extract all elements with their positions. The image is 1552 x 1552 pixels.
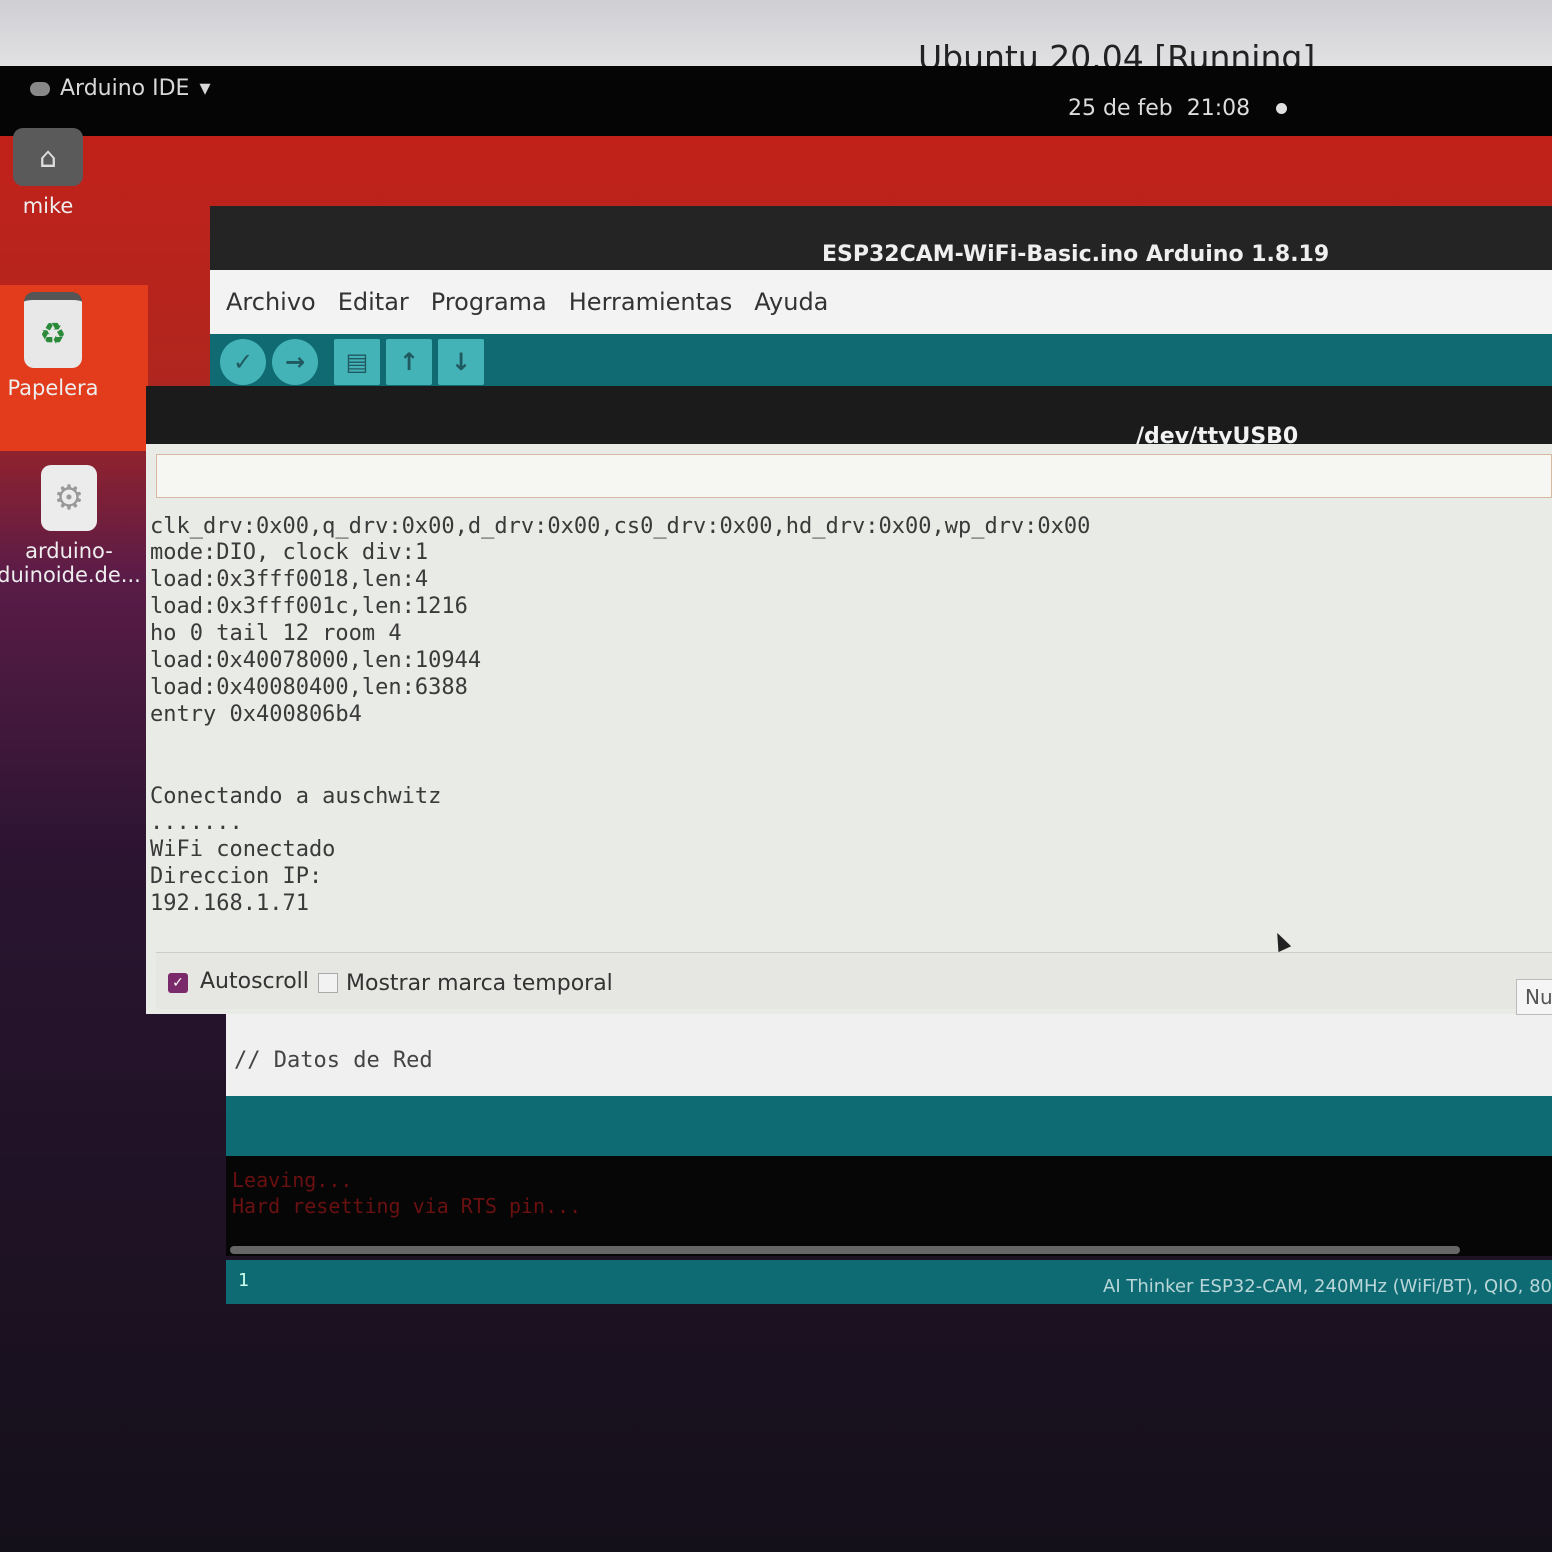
serial-output-line: ho 0 tail 12 room 4 xyxy=(150,621,402,646)
serial-output-line: mode:DIO, clock div:1 xyxy=(150,540,429,565)
serial-output-line: Conectando a auschwitz xyxy=(150,784,442,809)
open-button[interactable]: ↑ xyxy=(386,339,432,385)
serial-output-line: load:0x3fff0018,len:4 xyxy=(150,567,429,592)
desktop-icon-home[interactable]: ⌂ mike xyxy=(10,128,86,218)
chevron-down-icon: ▾ xyxy=(199,76,211,101)
serial-output-line: load:0x40078000,len:10944 xyxy=(150,648,482,673)
console-line: Hard resetting via RTS pin... xyxy=(232,1194,582,1218)
desktop-icon-arduino-launcher[interactable]: ⚙ arduino- duinoide.de... xyxy=(0,465,144,587)
line-ending-select[interactable]: Nu xyxy=(1516,979,1552,1015)
desktop-icon-label: arduino- xyxy=(25,539,113,563)
code-editor[interactable]: // Datos de Red xyxy=(226,1006,1552,1096)
save-icon: ↓ xyxy=(450,348,472,376)
serial-output-line: 192.168.1.71 xyxy=(150,891,309,916)
desktop-icon-trash[interactable]: ♻ Papelera xyxy=(4,292,102,400)
clock-time: 21:08 xyxy=(1186,96,1251,121)
verify-icon: ✓ xyxy=(232,348,254,376)
ide-console: Leaving... Hard resetting via RTS pin... xyxy=(226,1156,1552,1256)
clock-date: 25 de feb xyxy=(1068,96,1173,121)
app-menu[interactable]: Arduino IDE ▾ xyxy=(30,76,211,101)
new-sketch-button[interactable]: ▤ xyxy=(334,339,380,385)
serial-monitor-controls: ✓ Autoscroll Mostrar marca temporal Nu xyxy=(156,952,1552,1015)
serial-output-line: load:0x40080400,len:6388 xyxy=(150,675,468,700)
board-info: AI Thinker ESP32-CAM, 240MHz (WiFi/BT), … xyxy=(1103,1276,1552,1297)
serial-output-line: entry 0x400806b4 xyxy=(150,702,362,727)
verify-button[interactable]: ✓ xyxy=(220,339,266,385)
autoscroll-checkbox[interactable]: ✓ xyxy=(168,973,188,993)
serial-monitor-body: clk_drv:0x00,q_drv:0x00,d_drv:0x00,cs0_d… xyxy=(146,444,1552,1015)
notification-dot-icon xyxy=(1276,103,1288,114)
serial-monitor-window: /dev/ttyUSB0 clk_drv:0x00,q_drv:0x00,d_d… xyxy=(146,386,1552,1015)
trash-icon: ♻ xyxy=(24,292,82,368)
serial-output-line: ....... xyxy=(150,810,243,835)
serial-output-line: Direccion IP: xyxy=(150,864,323,889)
serial-output: clk_drv:0x00,q_drv:0x00,d_drv:0x00,cs0_d… xyxy=(150,510,1550,948)
menu-herramientas[interactable]: Herramientas xyxy=(569,288,732,316)
serial-output-line: clk_drv:0x00,q_drv:0x00,d_drv:0x00,cs0_d… xyxy=(150,514,1091,539)
menu-editar[interactable]: Editar xyxy=(338,288,409,316)
desktop-icon-label: mike xyxy=(22,194,74,218)
save-button[interactable]: ↓ xyxy=(438,339,484,385)
timestamp-checkbox[interactable] xyxy=(318,973,338,993)
console-scrollbar[interactable] xyxy=(230,1246,1460,1254)
open-icon: ↑ xyxy=(398,348,420,376)
arduino-logo-icon xyxy=(30,81,50,96)
ide-menubar: Archivo Editar Programa Herramientas Ayu… xyxy=(210,270,1552,334)
serial-output-line: load:0x3fff001c,len:1216 xyxy=(150,594,468,619)
serial-output-line: WiFi conectado xyxy=(150,837,336,862)
menu-programa[interactable]: Programa xyxy=(431,288,547,316)
timestamp-label[interactable]: Mostrar marca temporal xyxy=(346,971,613,996)
serial-monitor-titlebar[interactable]: /dev/ttyUSB0 xyxy=(146,386,1552,449)
menu-archivo[interactable]: Archivo xyxy=(226,288,316,316)
gnome-top-bar: Arduino IDE ▾ 25 de feb 21:08 xyxy=(0,66,1552,136)
ide-window-title: ESP32CAM-WiFi-Basic.ino Arduino 1.8.19 xyxy=(822,242,1330,267)
console-line: Leaving... xyxy=(232,1168,353,1192)
clock[interactable]: 25 de feb 21:08 xyxy=(1068,96,1288,121)
menu-ayuda[interactable]: Ayuda xyxy=(754,288,828,316)
code-line: // Datos de Red xyxy=(234,1048,433,1073)
line-number: 1 xyxy=(238,1270,249,1291)
desktop-icon-label: Papelera xyxy=(7,376,99,400)
upload-button[interactable]: → xyxy=(272,339,318,385)
new-icon: ▤ xyxy=(345,348,369,376)
ide-footer: 1 AI Thinker ESP32-CAM, 240MHz (WiFi/BT)… xyxy=(226,1260,1552,1304)
app-menu-label: Arduino IDE xyxy=(60,76,190,101)
desktop-icon-label: duinoide.de... xyxy=(0,563,141,587)
serial-send-input[interactable] xyxy=(156,454,1552,498)
upload-icon: → xyxy=(284,348,306,376)
autoscroll-label[interactable]: Autoscroll xyxy=(200,969,309,994)
gear-icon: ⚙ xyxy=(41,465,97,531)
ide-status-band xyxy=(226,1096,1552,1156)
ide-titlebar[interactable]: ESP32CAM-WiFi-Basic.ino Arduino 1.8.19 xyxy=(210,206,1552,270)
home-icon: ⌂ xyxy=(13,128,83,186)
